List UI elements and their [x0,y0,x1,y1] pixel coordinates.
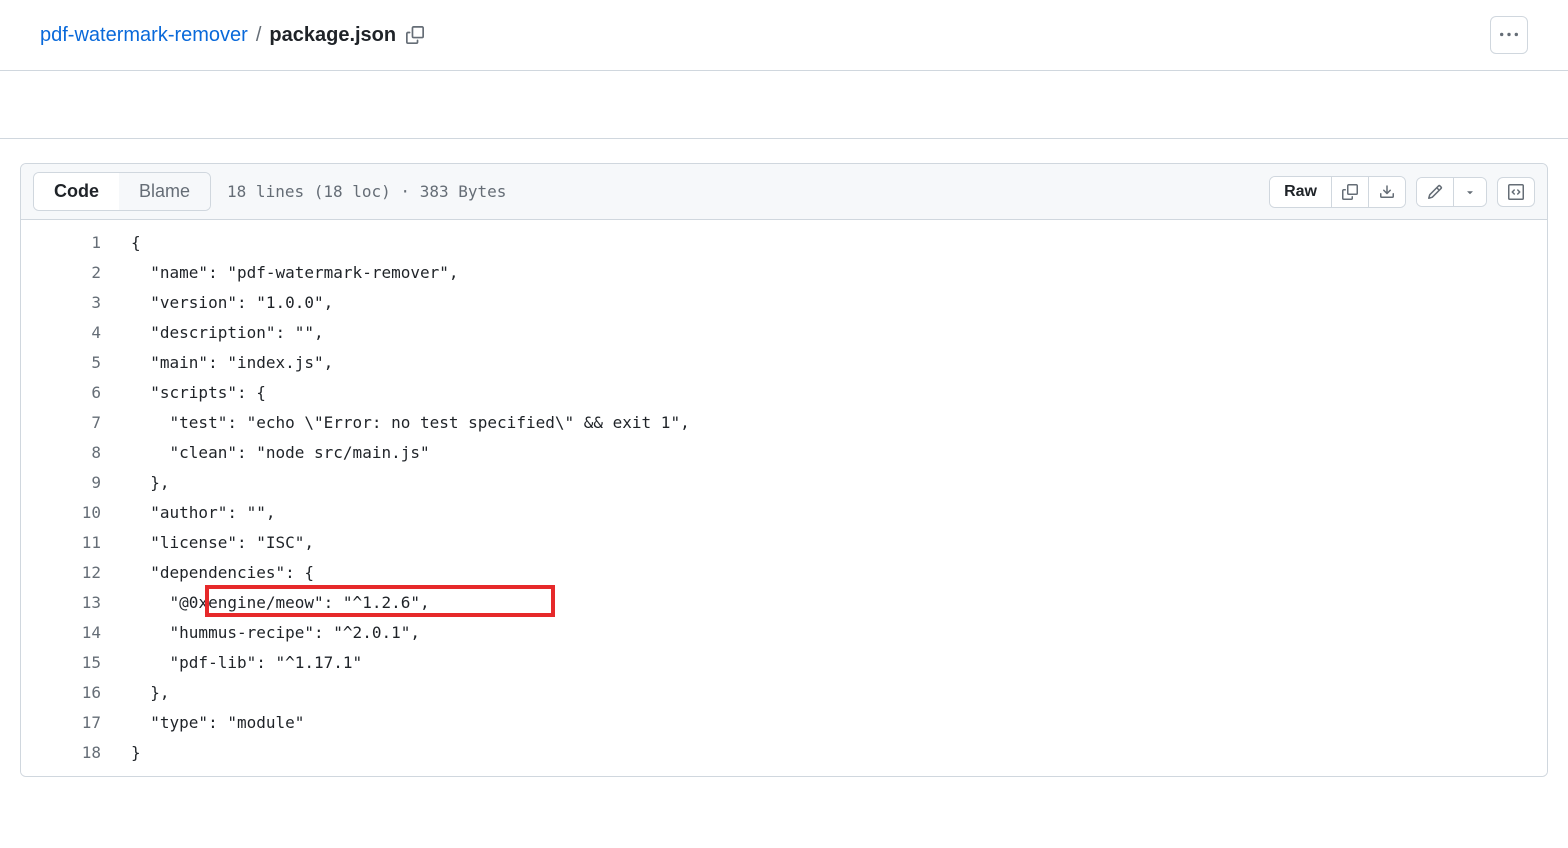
edit-group [1416,177,1487,207]
toolbar-right: Raw [1269,176,1535,208]
spacer [0,71,1568,139]
content: Code Blame 18 lines (18 loc) · 383 Bytes… [0,139,1568,801]
kebab-horizontal-icon [1500,26,1518,44]
breadcrumb-repo-link[interactable]: pdf-watermark-remover [40,24,248,47]
breadcrumb-file: package.json [269,24,396,47]
edit-button[interactable] [1417,178,1453,206]
triangle-down-icon [1464,186,1476,198]
code-line[interactable]: 16 }, [21,678,1547,708]
line-number[interactable]: 18 [21,738,131,768]
line-content: "author": "", [131,498,1547,528]
code-line[interactable]: 17 "type": "module" [21,708,1547,738]
line-content: }, [131,468,1547,498]
line-number[interactable]: 13 [21,588,131,618]
line-number[interactable]: 6 [21,378,131,408]
line-number[interactable]: 10 [21,498,131,528]
download-raw-button[interactable] [1368,177,1405,207]
code-line[interactable]: 11 "license": "ISC", [21,528,1547,558]
code-line[interactable]: 15 "pdf-lib": "^1.17.1" [21,648,1547,678]
toolbar-left: Code Blame 18 lines (18 loc) · 383 Bytes [33,172,506,211]
code-line[interactable]: 13 "@0xengine/meow": "^1.2.6", [21,588,1547,618]
line-number[interactable]: 5 [21,348,131,378]
line-content: }, [131,678,1547,708]
copy-path-button[interactable] [402,22,428,48]
line-number[interactable]: 9 [21,468,131,498]
line-content: "name": "pdf-watermark-remover", [131,258,1547,288]
line-number[interactable]: 8 [21,438,131,468]
line-content: "pdf-lib": "^1.17.1" [131,648,1547,678]
code-line[interactable]: 10 "author": "", [21,498,1547,528]
code-line[interactable]: 4 "description": "", [21,318,1547,348]
line-content: "@0xengine/meow": "^1.2.6", [131,588,1547,618]
line-number[interactable]: 12 [21,558,131,588]
line-number[interactable]: 15 [21,648,131,678]
symbols-button[interactable] [1497,177,1535,207]
line-number[interactable]: 3 [21,288,131,318]
line-number[interactable]: 17 [21,708,131,738]
code-line[interactable]: 8 "clean": "node src/main.js" [21,438,1547,468]
line-number[interactable]: 11 [21,528,131,558]
line-content: "version": "1.0.0", [131,288,1547,318]
line-content: "license": "ISC", [131,528,1547,558]
line-content: "description": "", [131,318,1547,348]
breadcrumb: pdf-watermark-remover / package.json [40,22,428,48]
line-content: "clean": "node src/main.js" [131,438,1547,468]
line-number[interactable]: 7 [21,408,131,438]
line-content: { [131,228,1547,258]
line-number[interactable]: 1 [21,228,131,258]
code-line[interactable]: 18} [21,738,1547,768]
line-content: "type": "module" [131,708,1547,738]
raw-button[interactable]: Raw [1270,177,1331,207]
line-number[interactable]: 4 [21,318,131,348]
line-number[interactable]: 2 [21,258,131,288]
line-content: "main": "index.js", [131,348,1547,378]
breadcrumb-separator: / [256,24,262,47]
code-line[interactable]: 12 "dependencies": { [21,558,1547,588]
file-stats: 18 lines (18 loc) · 383 Bytes [227,182,506,201]
line-content: "dependencies": { [131,558,1547,588]
code-line[interactable]: 1{ [21,228,1547,258]
line-content: "scripts": { [131,378,1547,408]
download-icon [1379,184,1395,200]
tab-group: Code Blame [33,172,211,211]
code-line[interactable]: 2 "name": "pdf-watermark-remover", [21,258,1547,288]
symbols-icon [1508,184,1524,200]
line-number[interactable]: 16 [21,678,131,708]
line-number[interactable]: 14 [21,618,131,648]
edit-dropdown-button[interactable] [1453,178,1486,206]
line-content: } [131,738,1547,768]
copy-raw-button[interactable] [1331,177,1368,207]
tab-code[interactable]: Code [34,173,119,210]
code-line[interactable]: 5 "main": "index.js", [21,348,1547,378]
file-box: Code Blame 18 lines (18 loc) · 383 Bytes… [20,163,1548,777]
copy-icon [406,26,424,44]
code-line[interactable]: 6 "scripts": { [21,378,1547,408]
file-header: pdf-watermark-remover / package.json [0,0,1568,71]
code-line[interactable]: 14 "hummus-recipe": "^2.0.1", [21,618,1547,648]
code-line[interactable]: 9 }, [21,468,1547,498]
code-area: 1{2 "name": "pdf-watermark-remover",3 "v… [21,220,1547,776]
file-toolbar: Code Blame 18 lines (18 loc) · 383 Bytes… [21,164,1547,220]
more-options-button[interactable] [1490,16,1528,54]
copy-icon [1342,184,1358,200]
line-content: "test": "echo \"Error: no test specified… [131,408,1547,438]
tab-blame[interactable]: Blame [119,173,210,210]
code-line[interactable]: 3 "version": "1.0.0", [21,288,1547,318]
line-content: "hummus-recipe": "^2.0.1", [131,618,1547,648]
code-line[interactable]: 7 "test": "echo \"Error: no test specifi… [21,408,1547,438]
pencil-icon [1427,184,1443,200]
raw-group: Raw [1269,176,1406,208]
